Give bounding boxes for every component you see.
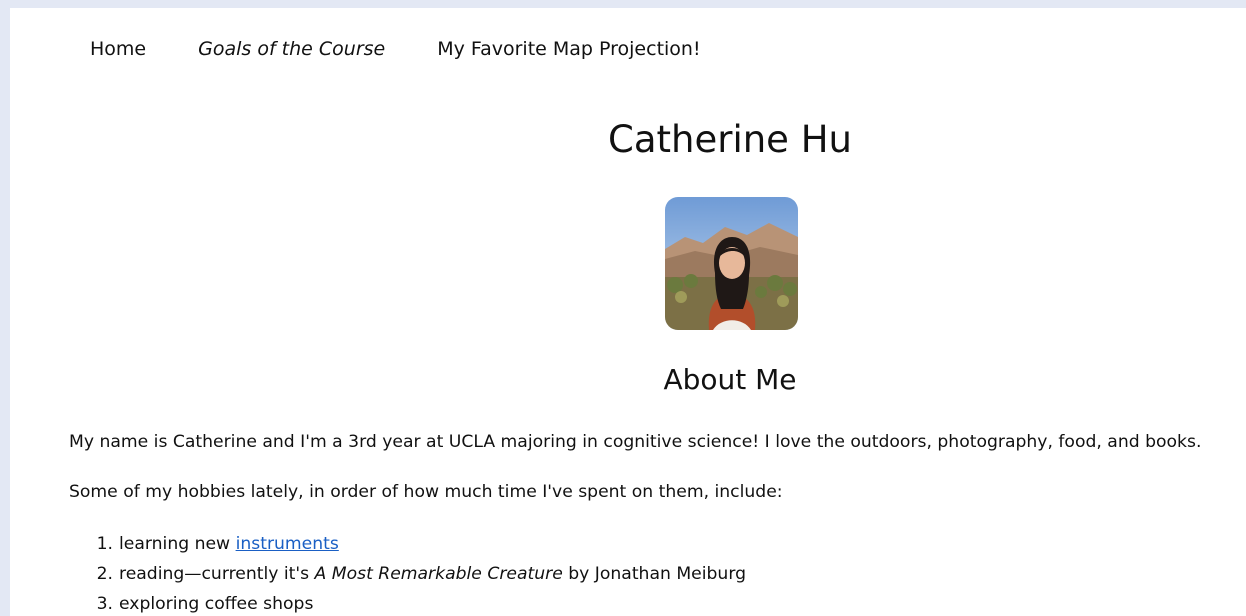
list-item-text: reading—currently it's bbox=[119, 564, 315, 584]
list-item-text-after: by Jonathan Meiburg bbox=[562, 564, 746, 584]
about-heading: About Me bbox=[663, 363, 797, 396]
hobbies-list: 1. learning new instruments 2. reading—cur… bbox=[69, 532, 746, 616]
list-number: 3. bbox=[96, 594, 113, 614]
page-title: Catherine Hu bbox=[608, 118, 852, 161]
list-item: 1. learning new instruments bbox=[69, 532, 746, 562]
profile-photo bbox=[665, 197, 798, 330]
list-item-text: learning new bbox=[119, 534, 236, 554]
hobbies-intro-paragraph: Some of my hobbies lately, in order of h… bbox=[69, 482, 783, 502]
nav-home-link[interactable]: Home bbox=[90, 38, 146, 60]
profile-photo-image bbox=[665, 197, 798, 330]
page-content: Home Goals of the Course My Favorite Map… bbox=[10, 8, 1246, 616]
instruments-link[interactable]: instruments bbox=[236, 534, 339, 554]
intro-paragraph: My name is Catherine and I'm a 3rd year … bbox=[69, 432, 1202, 452]
book-title: A Most Remarkable Creature bbox=[314, 564, 563, 584]
list-item-text: exploring coffee shops bbox=[119, 594, 314, 614]
nav-goals-link[interactable]: Goals of the Course bbox=[198, 38, 385, 60]
list-number: 2. bbox=[96, 564, 113, 584]
nav-map-projection-link[interactable]: My Favorite Map Projection! bbox=[437, 38, 700, 60]
list-item: 3. exploring coffee shops bbox=[69, 592, 746, 616]
list-item: 2. reading—currently it's A Most Remarkab… bbox=[69, 562, 746, 592]
top-navigation: Home Goals of the Course My Favorite Map… bbox=[90, 38, 753, 60]
list-number: 1. bbox=[96, 534, 113, 554]
